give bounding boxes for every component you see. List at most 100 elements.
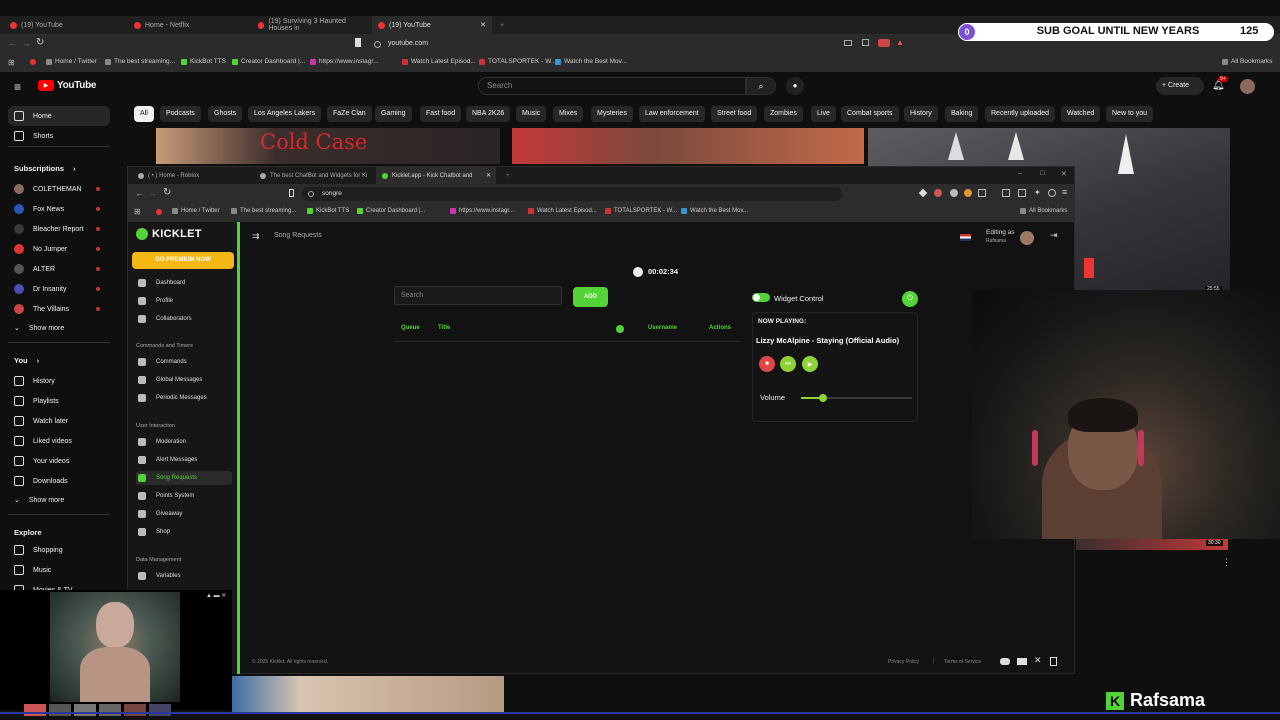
chip-faze-clan[interactable]: FaZe Clan [327, 106, 372, 122]
extension-icon[interactable] [950, 189, 958, 197]
extensions-icon[interactable]: ✦ [1034, 188, 1041, 197]
chip-podcasts[interactable]: Podcasts [160, 106, 201, 122]
subscription-item[interactable]: ALTER [14, 264, 55, 274]
photo-controls-icon[interactable]: ▲ ▬ ✕ [206, 592, 226, 599]
chip-fast-food[interactable]: Fast food [420, 106, 462, 122]
back-icon[interactable]: ← [135, 188, 144, 198]
kicklet-logo[interactable]: KICKLET [136, 228, 202, 240]
sidebar-item-home[interactable]: Home [14, 111, 52, 121]
reload-icon[interactable]: ↻ [163, 187, 171, 198]
taskbar-icon[interactable] [99, 704, 121, 716]
bookmark-item[interactable]: Creator Dashboard |... [232, 58, 305, 65]
username-column-header[interactable]: Username [648, 325, 677, 331]
bookmark-item[interactable]: KickBot TTS [307, 208, 349, 214]
avatar[interactable] [1240, 79, 1255, 94]
sidebar-toggle-icon[interactable] [1002, 189, 1010, 197]
chip-music[interactable]: Music [516, 106, 547, 122]
chip-los-angeles-lakers[interactable]: Los Angeles Lakers [248, 106, 322, 122]
bookmark-item[interactable]: Watch the Best Mov... [681, 208, 748, 214]
nav-item-commands[interactable]: Commands [136, 355, 232, 369]
new-tab-icon[interactable]: + [500, 167, 512, 184]
apps-grid-icon[interactable]: ⊞ [134, 207, 141, 216]
chip-ghosts[interactable]: Ghosts [208, 106, 243, 122]
search-icon[interactable]: ⌕ [746, 77, 776, 95]
subscription-item[interactable]: Dr Insanity [14, 284, 66, 294]
bookmark-item[interactable]: KickBot TTS [181, 58, 226, 65]
logout-icon[interactable]: ⇥ [1050, 230, 1058, 241]
close-tab-icon[interactable]: ✕ [480, 21, 486, 29]
youtube-bm-icon[interactable] [156, 209, 162, 215]
chip-recently-uploaded[interactable]: Recently uploaded [985, 106, 1055, 122]
show-more-you[interactable]: ⌄ Show more [14, 496, 64, 505]
bookmark-icon[interactable] [355, 38, 361, 47]
chip-law-enforcement[interactable]: Law enforcement [639, 106, 705, 122]
sidebar-item-downloads[interactable]: Downloads [14, 476, 68, 486]
chip-mysteries[interactable]: Mysteries [591, 106, 633, 122]
widget-control-toggle[interactable] [752, 293, 770, 302]
bookmark-item[interactable]: Home / Twitter [46, 58, 97, 65]
sidebar-item-music[interactable]: Music [14, 565, 51, 575]
actions-column-header[interactable]: Actions [709, 325, 731, 331]
forward-icon[interactable]: → [22, 38, 31, 48]
bookmark-item[interactable]: TOTALSPORTEK - W... [479, 58, 556, 65]
youtube-bm-icon[interactable] [30, 59, 36, 65]
all-bookmarks[interactable]: All Bookmarks [1020, 208, 1067, 214]
chip-street-food[interactable]: Street food [711, 106, 758, 122]
nav-item-alert-messages[interactable]: Alert Messages [136, 453, 232, 467]
extension-icon[interactable] [934, 189, 942, 197]
kicklet-tab[interactable]: The best ChatBot and Widgets for Ki [254, 167, 374, 184]
menu-icon[interactable]: ≡ [14, 80, 21, 94]
chip-combat-sports[interactable]: Combat sports [841, 106, 899, 122]
sidebar-item-liked-videos[interactable]: Liked videos [14, 436, 72, 446]
all-bookmarks[interactable]: All Bookmarks [1222, 58, 1273, 65]
x-social-icon[interactable]: ✕ [1034, 655, 1042, 666]
nav-item-variables[interactable]: Variables [136, 569, 232, 583]
bookmark-item[interactable]: Watch Latest Episod... [402, 58, 476, 65]
site-info-icon[interactable] [374, 41, 381, 48]
warning-icon[interactable]: ▲ [896, 38, 904, 47]
taskbar-icon[interactable] [49, 704, 71, 716]
outer-tab[interactable]: (19) Surviving 3 Haunted Houses in [252, 16, 370, 34]
outer-tab-active[interactable]: (19) YouTube ✕ [372, 16, 492, 34]
song-search-input[interactable]: Search [394, 286, 562, 305]
flag-uk-icon[interactable] [960, 234, 971, 241]
video-thumbnail[interactable] [232, 676, 504, 712]
chip-mixes[interactable]: Mixes [553, 106, 584, 122]
share-icon[interactable] [862, 39, 869, 46]
volume-slider-track[interactable] [801, 394, 912, 402]
extension-diamond-icon[interactable] [918, 188, 928, 198]
terms-of-service-link[interactable]: Terms of Service [944, 659, 981, 665]
chip-watched[interactable]: Watched [1061, 106, 1101, 122]
nav-item-points-system[interactable]: Points System [136, 489, 232, 503]
chip-live[interactable]: Live [811, 106, 836, 122]
bookmark-item[interactable]: TOTALSPORTEK - W... [605, 208, 677, 214]
sidebar-item-shopping[interactable]: Shopping [14, 545, 63, 555]
chip-history[interactable]: History [904, 106, 938, 122]
chip-gaming[interactable]: Gaming [375, 106, 412, 122]
chip-baking[interactable]: Baking [945, 106, 979, 122]
nav-item-giveaway[interactable]: Giveaway [136, 507, 232, 521]
kicklet-url-field[interactable]: songre [302, 187, 842, 201]
bookmark-item[interactable]: Home / Twitter [172, 208, 220, 214]
chip-zombies[interactable]: Zombies [764, 106, 803, 122]
stop-button[interactable]: ■ [759, 356, 775, 372]
reload-icon[interactable]: ↻ [36, 37, 44, 48]
back-icon[interactable]: ← [8, 38, 17, 48]
add-song-button[interactable]: ADD [573, 287, 608, 307]
taskbar-icon[interactable] [124, 704, 146, 716]
subscription-item[interactable]: No Jumper [14, 244, 67, 254]
subscriptions-heading[interactable]: Subscriptions › [14, 164, 76, 173]
bookmark-item[interactable]: https://www.instagr... [450, 208, 514, 214]
extension-icon[interactable] [878, 39, 890, 47]
tab-search-icon[interactable] [1018, 189, 1026, 197]
nav-item-profile[interactable]: Profile [136, 294, 232, 308]
sidebar-item-shorts[interactable]: Shorts [14, 131, 53, 141]
go-premium-button[interactable]: GO PREMIUM NOW [132, 252, 234, 269]
window-close-icon[interactable]: ✕ [1061, 170, 1067, 178]
bookmark-item[interactable]: Creator Dashboard |... [357, 208, 425, 214]
nav-item-shop[interactable]: Shop [136, 525, 232, 539]
bookmark-item[interactable]: The best streaming... [105, 58, 175, 65]
new-tab-icon[interactable]: + [494, 16, 508, 34]
chip-all[interactable]: All [134, 106, 154, 122]
bookmark-icon[interactable] [289, 189, 294, 197]
